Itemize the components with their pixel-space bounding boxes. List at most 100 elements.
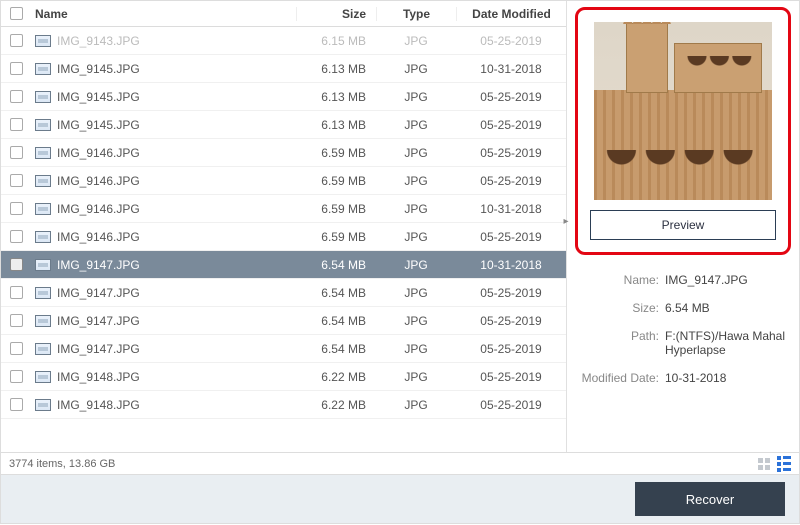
meta-label-path: Path: [575, 329, 665, 357]
table-row[interactable]: IMG_9143.JPG6.15 MBJPG05-25-2019 [1, 27, 566, 55]
file-date: 10-31-2018 [456, 62, 566, 76]
file-size: 6.22 MB [296, 370, 376, 384]
file-name: IMG_9145.JPG [57, 118, 140, 132]
select-all-checkbox[interactable] [10, 7, 23, 20]
row-checkbox[interactable] [10, 398, 23, 411]
file-type: JPG [376, 34, 456, 48]
file-name: IMG_9146.JPG [57, 174, 140, 188]
table-row[interactable]: IMG_9147.JPG6.54 MBJPG05-25-2019 [1, 307, 566, 335]
table-row[interactable]: IMG_9147.JPG6.54 MBJPG05-25-2019 [1, 335, 566, 363]
meta-value-modified: 10-31-2018 [665, 371, 791, 385]
file-size: 6.13 MB [296, 62, 376, 76]
file-type: JPG [376, 370, 456, 384]
file-size: 6.59 MB [296, 174, 376, 188]
file-type: JPG [376, 342, 456, 356]
file-name: IMG_9147.JPG [57, 258, 140, 272]
file-name: IMG_9146.JPG [57, 146, 140, 160]
table-row[interactable]: IMG_9148.JPG6.22 MBJPG05-25-2019 [1, 391, 566, 419]
file-size: 6.59 MB [296, 146, 376, 160]
file-date: 05-25-2019 [456, 174, 566, 188]
file-type: JPG [376, 62, 456, 76]
row-checkbox[interactable] [10, 202, 23, 215]
table-row[interactable]: IMG_9147.JPG6.54 MBJPG10-31-2018 [1, 251, 566, 279]
action-bar: Recover [0, 475, 800, 524]
col-header-name[interactable]: Name [31, 7, 296, 21]
file-name: IMG_9147.JPG [57, 342, 140, 356]
file-size: 6.54 MB [296, 258, 376, 272]
image-file-icon [35, 35, 51, 47]
row-checkbox[interactable] [10, 258, 23, 271]
file-date: 10-31-2018 [456, 202, 566, 216]
image-file-icon [35, 371, 51, 383]
row-checkbox[interactable] [10, 286, 23, 299]
col-header-type[interactable]: Type [376, 7, 456, 21]
image-file-icon [35, 175, 51, 187]
recover-button[interactable]: Recover [635, 482, 785, 516]
file-size: 6.59 MB [296, 202, 376, 216]
table-row[interactable]: IMG_9148.JPG6.22 MBJPG05-25-2019 [1, 363, 566, 391]
file-size: 6.13 MB [296, 118, 376, 132]
table-row[interactable]: IMG_9146.JPG 6.59 MBJPG05-25-2019 [1, 139, 566, 167]
row-checkbox[interactable] [10, 62, 23, 75]
preview-pane: Preview Name: IMG_9147.JPG Size: 6.54 MB… [567, 1, 799, 452]
image-file-icon [35, 231, 51, 243]
file-type: JPG [376, 258, 456, 272]
file-type: JPG [376, 286, 456, 300]
table-row[interactable]: IMG_9145.JPG6.13 MBJPG05-25-2019 [1, 83, 566, 111]
image-file-icon [35, 399, 51, 411]
meta-label-size: Size: [575, 301, 665, 315]
table-row[interactable]: IMG_9146.JPG6.59 MBJPG10-31-2018 [1, 195, 566, 223]
file-date: 05-25-2019 [456, 370, 566, 384]
row-checkbox[interactable] [10, 34, 23, 47]
table-row[interactable]: IMG_9146.JPG 6.59 MBJPG05-25-2019 [1, 167, 566, 195]
table-row[interactable]: IMG_9147.JPG6.54 MBJPG05-25-2019 [1, 279, 566, 307]
file-name: IMG_9145.JPG [57, 90, 140, 104]
list-icon [777, 456, 791, 472]
table-row[interactable]: IMG_9145.JPG6.13 MBJPG10-31-2018 [1, 55, 566, 83]
file-size: 6.15 MB [296, 34, 376, 48]
row-checkbox[interactable] [10, 90, 23, 103]
image-file-icon [35, 287, 51, 299]
col-header-date[interactable]: Date Modified [456, 7, 566, 21]
row-checkbox[interactable] [10, 174, 23, 187]
file-date: 05-25-2019 [456, 146, 566, 160]
file-type: JPG [376, 398, 456, 412]
file-name: IMG_9146.JPG [57, 202, 140, 216]
file-date: 05-25-2019 [456, 118, 566, 132]
row-checkbox[interactable] [10, 342, 23, 355]
table-row[interactable]: IMG_9145.JPG 6.13 MBJPG05-25-2019 [1, 111, 566, 139]
row-checkbox[interactable] [10, 118, 23, 131]
file-name: IMG_9147.JPG [57, 286, 140, 300]
meta-value-path: F:(NTFS)/Hawa Mahal Hyperlapse [665, 329, 791, 357]
file-name: IMG_9146.JPG [57, 230, 140, 244]
image-file-icon [35, 259, 51, 271]
file-date: 05-25-2019 [456, 230, 566, 244]
grid-icon [758, 458, 770, 470]
row-checkbox[interactable] [10, 230, 23, 243]
preview-button[interactable]: Preview [590, 210, 776, 240]
file-date: 05-25-2019 [456, 314, 566, 328]
file-date: 05-25-2019 [456, 90, 566, 104]
file-size: 6.54 MB [296, 286, 376, 300]
col-header-size[interactable]: Size [296, 7, 376, 21]
file-date: 05-25-2019 [456, 34, 566, 48]
row-checkbox[interactable] [10, 146, 23, 159]
file-name: IMG_9147.JPG [57, 314, 140, 328]
meta-label-modified: Modified Date: [575, 371, 665, 385]
view-grid-button[interactable] [755, 456, 773, 472]
image-file-icon [35, 315, 51, 327]
meta-label-name: Name: [575, 273, 665, 287]
pane-collapse-handle[interactable]: ▸ [560, 211, 572, 231]
file-type: JPG [376, 90, 456, 104]
file-type: JPG [376, 174, 456, 188]
file-type: JPG [376, 118, 456, 132]
table-header: Name Size Type Date Modified [1, 1, 566, 27]
row-checkbox[interactable] [10, 370, 23, 383]
row-checkbox[interactable] [10, 314, 23, 327]
view-list-button[interactable] [775, 456, 793, 472]
table-row[interactable]: IMG_9146.JPG6.59 MBJPG05-25-2019 [1, 223, 566, 251]
file-size: 6.22 MB [296, 398, 376, 412]
file-type: JPG [376, 314, 456, 328]
file-type: JPG [376, 146, 456, 160]
image-file-icon [35, 147, 51, 159]
